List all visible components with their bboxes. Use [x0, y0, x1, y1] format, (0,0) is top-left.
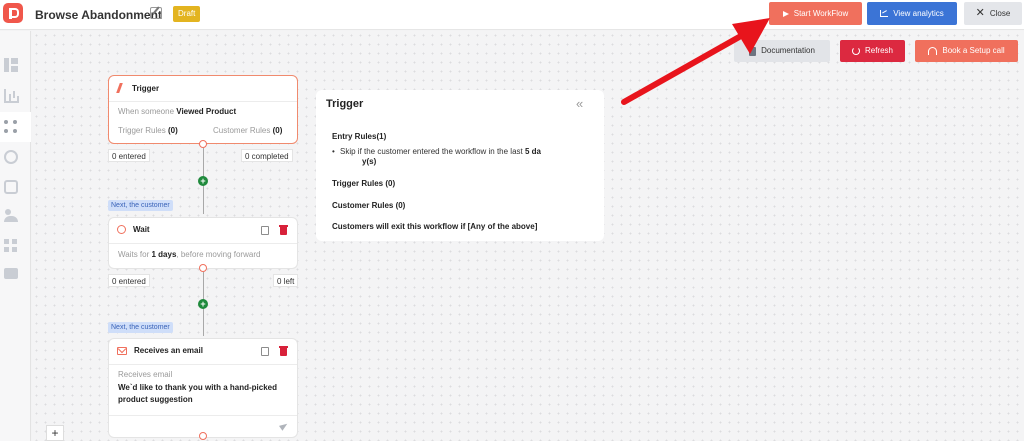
folder-icon[interactable]: [4, 268, 18, 279]
headset-icon: [928, 47, 938, 55]
entry-rules-label: Entry Rules(1): [332, 132, 387, 141]
trigger-node-title: Trigger: [132, 83, 160, 93]
trash-icon[interactable]: [279, 225, 288, 235]
wait-left-count: 0 left: [273, 274, 299, 287]
email-node-title: Receives an email: [134, 346, 203, 355]
bolt-icon: [117, 83, 125, 93]
panel-trigger-rules: Trigger Rules (0): [332, 179, 396, 188]
customer-rules-count: Customer Rules (0): [213, 126, 283, 135]
play-icon: [782, 10, 789, 17]
connector-dot[interactable]: [199, 432, 207, 440]
workflow-icon[interactable]: [4, 120, 18, 134]
book-setup-call-label: Book a Setup call: [942, 46, 1005, 55]
trash-icon[interactable]: [279, 346, 288, 356]
trigger-details-panel: Trigger Entry Rules(1) Skip if the custo…: [316, 90, 604, 241]
chart-icon: [880, 10, 889, 17]
email-node[interactable]: Receives an email Receives email We`d li…: [108, 338, 298, 438]
refresh-label: Refresh: [864, 46, 893, 55]
wait-node[interactable]: Wait Waits for 1 days, before moving for…: [108, 217, 298, 269]
panel-customer-rules: Customer Rules (0): [332, 201, 406, 210]
arrow-shaft: [621, 29, 751, 105]
entry-rule-item-wrap: y(s): [362, 157, 377, 166]
collapse-panel-icon[interactable]: «: [576, 97, 583, 110]
next-step-tag: Next, the customer: [108, 322, 173, 333]
view-analytics-button[interactable]: View analytics: [867, 2, 957, 25]
sidebar: [0, 31, 31, 441]
wait-node-header: Wait: [117, 225, 150, 234]
trigger-description: When someone Viewed Product: [118, 107, 237, 116]
email-subtitle: Receives email: [118, 370, 173, 379]
email-body-line-1: We`d like to thank you with a hand-picke…: [118, 383, 277, 392]
copy-icon[interactable]: [261, 347, 269, 356]
connector-dot[interactable]: [199, 264, 207, 272]
trigger-node-header: Trigger: [117, 83, 159, 93]
close-label: Close: [989, 9, 1011, 18]
copy-icon[interactable]: [261, 226, 269, 235]
next-step-tag: Next, the customer: [108, 200, 173, 211]
close-button[interactable]: ✕ Close: [964, 2, 1022, 25]
close-icon: ✕: [975, 7, 985, 19]
entry-rule-item: Skip if the customer entered the workflo…: [332, 146, 580, 157]
edit-title-icon[interactable]: [150, 7, 162, 19]
analytics-icon[interactable]: [4, 89, 18, 103]
target-icon[interactable]: [4, 150, 18, 164]
wait-description: Waits for 1 days, before moving forward: [118, 250, 261, 259]
annotation-arrow: [621, 18, 770, 105]
apps-icon[interactable]: [4, 239, 18, 253]
view-analytics-label: View analytics: [893, 9, 944, 18]
start-workflow-label: Start WorkFlow: [793, 9, 849, 18]
status-badge: Draft: [173, 6, 201, 22]
divider: [109, 101, 297, 102]
users-icon[interactable]: [4, 209, 18, 223]
dashboard-icon[interactable]: [4, 58, 18, 72]
connector-dot[interactable]: [199, 140, 207, 148]
book-setup-call-button[interactable]: Book a Setup call: [915, 40, 1018, 62]
zoom-in-button[interactable]: +: [46, 425, 64, 441]
email-body-line-2: product suggestion: [118, 395, 193, 404]
divider: [109, 243, 297, 244]
workflow-title: Browse Abandonment: [35, 8, 162, 22]
divider: [109, 364, 297, 365]
app-logo[interactable]: [3, 3, 23, 23]
trigger-completed-count: 0 completed: [241, 149, 293, 162]
exit-rule: Customers will exit this workflow if [An…: [332, 222, 538, 231]
top-bar: Browse Abandonment Draft Start WorkFlow …: [0, 0, 1024, 30]
refresh-button[interactable]: Refresh: [840, 40, 905, 62]
messages-icon[interactable]: [4, 180, 18, 194]
email-node-header: Receives an email: [117, 346, 203, 355]
add-step-button[interactable]: +: [198, 299, 208, 309]
trigger-entered-count: 0 entered: [108, 149, 150, 162]
send-icon[interactable]: [279, 421, 289, 431]
refresh-icon: [851, 47, 860, 55]
divider: [109, 415, 297, 416]
mail-icon: [117, 346, 127, 355]
add-step-button[interactable]: +: [198, 176, 208, 186]
timer-icon: [117, 225, 126, 234]
trigger-node[interactable]: Trigger When someone Viewed Product Trig…: [108, 75, 298, 144]
trigger-rules-count: Trigger Rules (0): [118, 126, 178, 135]
panel-title: Trigger: [326, 98, 364, 110]
start-workflow-button[interactable]: Start WorkFlow: [769, 2, 862, 25]
wait-node-title: Wait: [133, 225, 150, 234]
wait-entered-count: 0 entered: [108, 274, 150, 287]
